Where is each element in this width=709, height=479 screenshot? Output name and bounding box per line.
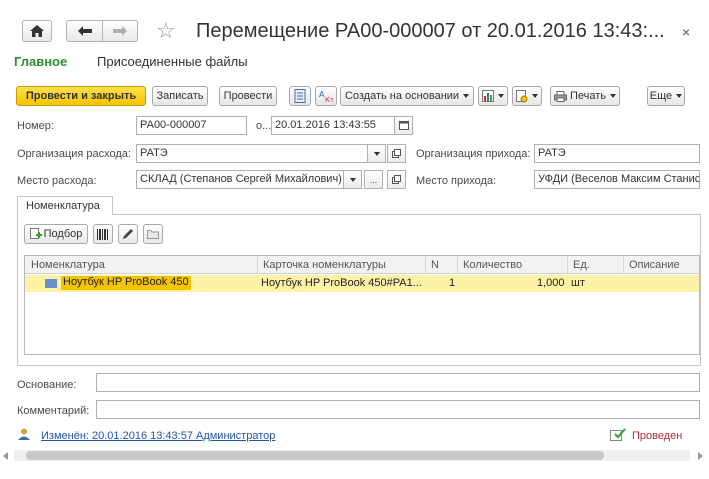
more-button[interactable]: Еще — [647, 86, 685, 106]
scroll-left-icon[interactable] — [3, 452, 8, 460]
folder-icon — [147, 230, 159, 239]
close-icon[interactable]: × — [682, 24, 690, 40]
scrollbar-thumb[interactable] — [26, 451, 604, 460]
place-out-label: Место расхода: — [17, 175, 97, 187]
table-header: Номенклатура Карточка номенклатуры N Кол… — [25, 256, 699, 274]
item-name-cell: Ноутбук HP ProBook 450 — [61, 276, 191, 290]
column-header[interactable]: Количество — [463, 259, 522, 271]
home-icon — [30, 25, 44, 37]
place-out-dropdown[interactable] — [343, 170, 362, 189]
barcode-button[interactable] — [93, 224, 113, 244]
card-cell: Ноутбук HP ProBook 450#PA1... — [261, 277, 422, 289]
home-button[interactable] — [22, 20, 52, 42]
pick-label: Подбор — [43, 228, 83, 240]
window-title: Перемещение РА00-000007 от 20.01.2016 13… — [196, 20, 665, 42]
org-out-label: Организация расхода: — [17, 148, 131, 160]
tab-main[interactable]: Главное — [14, 54, 67, 69]
post-and-close-button[interactable]: Провести и закрыть — [16, 86, 146, 106]
svg-text:Кт: Кт — [325, 96, 333, 103]
place-out-field[interactable]: СКЛАД (Степанов Сергей Михайлович) — [136, 170, 344, 189]
place-in-field[interactable]: УФДИ (Веселов Максим Станис — [534, 170, 700, 189]
org-in-field[interactable]: РАТЭ — [534, 144, 700, 163]
scroll-right-icon[interactable] — [698, 452, 703, 460]
column-header[interactable]: Описание — [629, 259, 680, 271]
chevron-down-icon — [610, 94, 617, 98]
table-row[interactable]: Ноутбук HP ProBook 450 Ноутбук HP ProBoo… — [25, 275, 699, 292]
comment-field[interactable] — [96, 400, 700, 419]
reports-button[interactable] — [478, 86, 508, 106]
column-header[interactable]: Номенклатура — [31, 259, 105, 271]
chevron-down-icon — [532, 94, 538, 98]
open-icon — [392, 175, 401, 184]
attach-button[interactable] — [512, 86, 542, 106]
arrow-left-icon — [77, 26, 92, 36]
basis-label: Основание: — [17, 379, 77, 391]
unit-cell: шт — [571, 277, 585, 289]
user-icon — [18, 428, 30, 440]
post-button[interactable]: Провести — [219, 86, 277, 106]
print-label: Печать — [569, 90, 607, 102]
nomenclature-table: Номенклатура Карточка номенклатуры N Кол… — [24, 255, 700, 355]
edit-button[interactable] — [118, 224, 138, 244]
org-out-open[interactable] — [387, 144, 406, 163]
create-based-on-label: Создать на основании — [344, 90, 460, 102]
calendar-icon — [398, 121, 409, 130]
accounting-entries-button[interactable]: А Кт — [315, 86, 337, 106]
arrow-right-icon — [113, 26, 127, 36]
place-in-label: Место прихода: — [416, 175, 497, 187]
chevron-down-icon — [676, 94, 683, 98]
chevron-down-icon — [498, 94, 504, 98]
calendar-button[interactable] — [394, 116, 413, 135]
org-out-dropdown[interactable] — [367, 144, 386, 163]
print-button[interactable]: Печать — [550, 86, 620, 106]
tab-nomenclature[interactable]: Номенклатура — [17, 196, 113, 215]
org-in-label: Организация прихода: — [416, 148, 531, 160]
quantity-cell: 1,000 — [537, 277, 565, 289]
star-icon[interactable]: ☆ — [156, 18, 176, 44]
open-icon — [392, 149, 401, 158]
back-button[interactable] — [66, 20, 102, 42]
item-icon — [45, 279, 57, 288]
fill-button[interactable] — [143, 224, 163, 244]
place-out-open[interactable] — [387, 170, 406, 189]
forward-button[interactable] — [102, 20, 138, 42]
journal-button[interactable] — [289, 86, 311, 106]
column-header[interactable]: Ед. — [573, 259, 590, 271]
document-list-icon — [294, 89, 306, 103]
tab-attached-files[interactable]: Присоединенные файлы — [97, 54, 248, 69]
number-label: Номер: — [17, 120, 54, 132]
date-label: о... — [256, 120, 272, 132]
save-button[interactable]: Записать — [152, 86, 208, 106]
barcode-icon — [97, 228, 108, 240]
document-attach-icon — [516, 89, 528, 102]
place-out-select[interactable]: ... — [364, 170, 383, 189]
printer-icon — [553, 90, 567, 102]
comment-label: Комментарий: — [17, 405, 90, 417]
create-based-on-button[interactable]: Создать на основании — [340, 86, 474, 106]
column-header[interactable]: N — [431, 259, 439, 271]
basis-field[interactable] — [96, 373, 700, 392]
number-field[interactable]: РА00-000007 — [136, 116, 247, 135]
column-header[interactable]: Карточка номенклатуры — [263, 259, 386, 271]
pencil-icon — [123, 229, 133, 239]
bar-chart-icon — [482, 90, 494, 102]
dt-kt-icon: А Кт — [319, 90, 333, 103]
more-label: Еще — [649, 90, 673, 102]
status-badge: Проведен — [632, 430, 683, 442]
chevron-down-icon — [349, 177, 356, 182]
pick-button[interactable]: Подбор — [24, 224, 88, 244]
chevron-down-icon — [463, 94, 470, 98]
add-item-icon — [29, 228, 42, 239]
chevron-down-icon — [373, 151, 380, 156]
changed-by-link[interactable]: Изменён: 20.01.2016 13:43:57 Администрат… — [41, 430, 275, 442]
n-cell: 1 — [449, 277, 456, 289]
org-out-field[interactable]: РАТЭ — [136, 144, 368, 163]
date-field[interactable]: 20.01.2016 13:43:55 — [271, 116, 395, 135]
posted-status-icon — [610, 428, 626, 441]
